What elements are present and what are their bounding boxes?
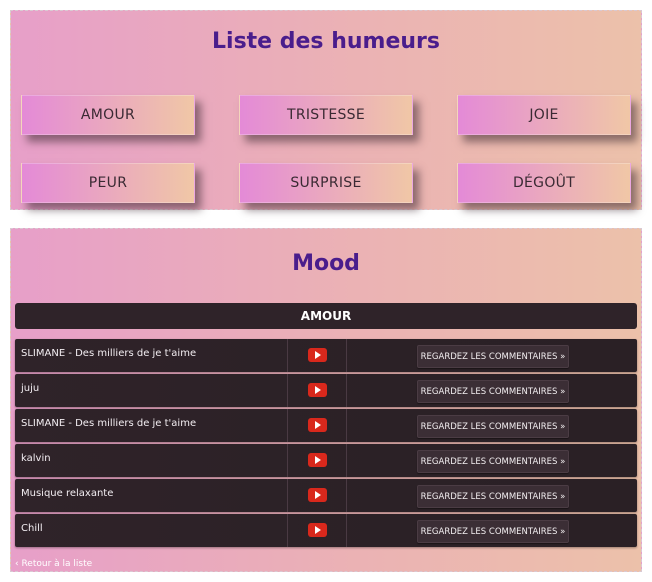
table-row: kalvin REGARDEZ LES COMMENTAIRES » (15, 444, 637, 477)
mood-button-amour[interactable]: AMOUR (21, 95, 195, 135)
youtube-icon[interactable] (308, 453, 327, 467)
youtube-cell (287, 479, 347, 512)
youtube-icon[interactable] (308, 383, 327, 397)
view-comments-button[interactable]: REGARDEZ LES COMMENTAIRES » (417, 520, 569, 543)
song-name: Musique relaxante (21, 488, 114, 499)
table-row: Musique relaxante REGARDEZ LES COMMENTAI… (15, 479, 637, 512)
mood-button-peur[interactable]: PEUR (21, 163, 195, 203)
table-row: SLIMANE - Des milliers de je t'aime REGA… (15, 339, 637, 372)
mood-detail-panel: Mood AMOUR SLIMANE - Des milliers de je … (10, 228, 642, 572)
youtube-cell (287, 374, 347, 407)
back-to-list-link[interactable]: ‹ Retour à la liste (15, 559, 92, 569)
table-row: juju REGARDEZ LES COMMENTAIRES » (15, 374, 637, 407)
view-comments-button[interactable]: REGARDEZ LES COMMENTAIRES » (417, 345, 569, 368)
mood-button-surprise[interactable]: SURPRISE (239, 163, 413, 203)
mood-button-joie[interactable]: JOIE (457, 95, 631, 135)
youtube-icon[interactable] (308, 523, 327, 537)
mood-button-tristesse[interactable]: TRISTESSE (239, 95, 413, 135)
youtube-cell (287, 444, 347, 477)
youtube-cell (287, 409, 347, 442)
youtube-cell (287, 339, 347, 372)
page-title: Liste des humeurs (212, 29, 440, 54)
song-name: Chill (21, 523, 43, 534)
song-name: juju (21, 383, 40, 394)
mood-list-panel: Liste des humeurs AMOUR TRISTESSE JOIE P… (10, 10, 642, 210)
youtube-icon[interactable] (308, 348, 327, 362)
mood-title: Mood (292, 251, 360, 276)
selected-mood-header: AMOUR (15, 303, 637, 329)
view-comments-button[interactable]: REGARDEZ LES COMMENTAIRES » (417, 415, 569, 438)
view-comments-button[interactable]: REGARDEZ LES COMMENTAIRES » (417, 485, 569, 508)
youtube-icon[interactable] (308, 418, 327, 432)
song-name: SLIMANE - Des milliers de je t'aime (21, 418, 197, 429)
youtube-icon[interactable] (308, 488, 327, 502)
song-name: kalvin (21, 453, 51, 464)
song-name: SLIMANE - Des milliers de je t'aime (21, 348, 197, 359)
view-comments-button[interactable]: REGARDEZ LES COMMENTAIRES » (417, 450, 569, 473)
mood-button-degout[interactable]: DÉGOÛT (457, 163, 631, 203)
view-comments-button[interactable]: REGARDEZ LES COMMENTAIRES » (417, 380, 569, 403)
youtube-cell (287, 514, 347, 547)
table-row: Chill REGARDEZ LES COMMENTAIRES » (15, 514, 637, 547)
table-row: SLIMANE - Des milliers de je t'aime REGA… (15, 409, 637, 442)
